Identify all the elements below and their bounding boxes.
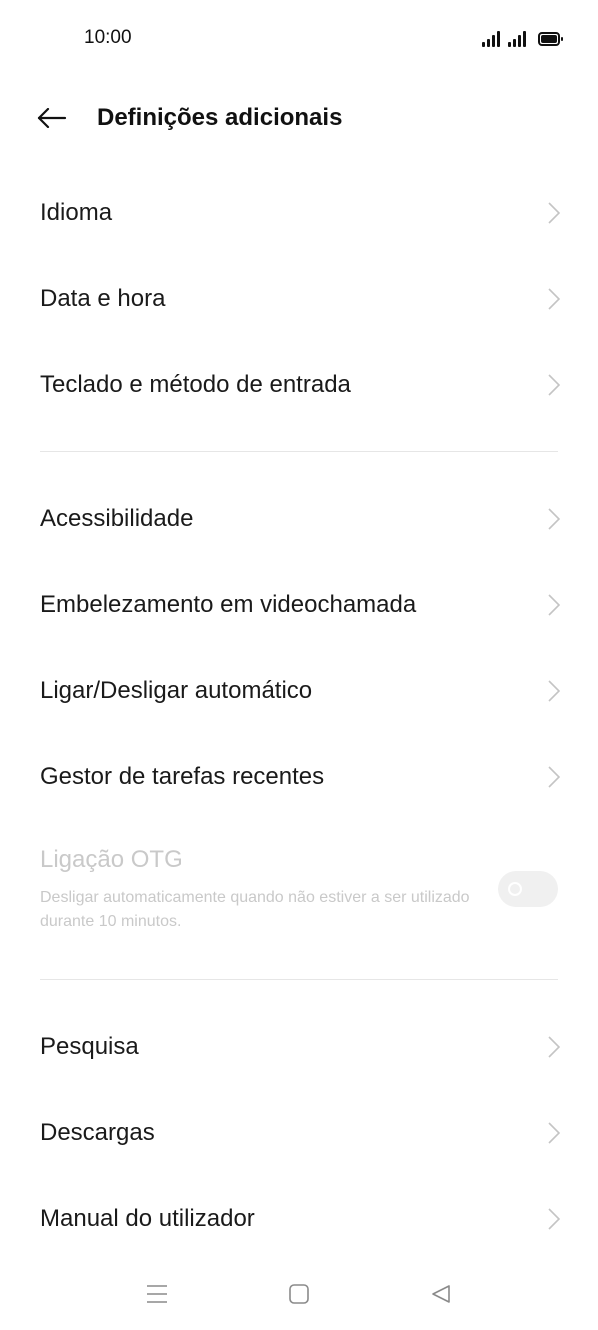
settings-group-2: Acessibilidade Embelezamento em videocha… bbox=[0, 476, 598, 820]
setting-label: Data e hora bbox=[40, 285, 166, 312]
setting-label: Gestor de tarefas recentes bbox=[40, 763, 325, 790]
setting-label: Idioma bbox=[40, 199, 113, 226]
signal-icon bbox=[482, 31, 500, 47]
status-icons bbox=[482, 27, 563, 47]
otg-description: Desligar automaticamente quando não esti… bbox=[40, 889, 470, 930]
otg-title: Ligação OTG bbox=[40, 846, 183, 873]
setting-label: Embelezamento em videochamada bbox=[40, 591, 417, 618]
setting-item-manual[interactable]: Manual do utilizador bbox=[0, 1176, 598, 1262]
setting-label: Manual do utilizador bbox=[40, 1205, 255, 1232]
arrow-left-icon bbox=[37, 108, 67, 128]
setting-label: Descargas bbox=[40, 1119, 155, 1146]
chevron-right-icon bbox=[546, 200, 562, 226]
chevron-right-icon bbox=[546, 1120, 562, 1146]
toggle-knob bbox=[508, 882, 522, 896]
setting-item-otg: Ligação OTG Desligar automaticamente qua… bbox=[0, 834, 598, 946]
setting-item-ligar-desligar[interactable]: Ligar/Desligar automático bbox=[0, 648, 598, 734]
chevron-right-icon bbox=[546, 1034, 562, 1060]
status-bar: 10:00 bbox=[0, 0, 598, 76]
chevron-right-icon bbox=[546, 678, 562, 704]
chevron-right-icon bbox=[546, 592, 562, 618]
setting-item-idioma[interactable]: Idioma bbox=[0, 170, 598, 256]
setting-item-pesquisa[interactable]: Pesquisa bbox=[0, 1004, 598, 1090]
setting-item-embelezamento[interactable]: Embelezamento em videochamada bbox=[0, 562, 598, 648]
setting-label: Pesquisa bbox=[40, 1033, 139, 1060]
chevron-right-icon bbox=[546, 372, 562, 398]
divider bbox=[40, 451, 558, 452]
setting-item-acessibilidade[interactable]: Acessibilidade bbox=[0, 476, 598, 562]
setting-item-gestor-tarefas[interactable]: Gestor de tarefas recentes bbox=[0, 734, 598, 820]
chevron-right-icon bbox=[546, 764, 562, 790]
chevron-right-icon bbox=[546, 286, 562, 312]
signal-icon-2 bbox=[508, 31, 526, 47]
app-header: Definições adicionais bbox=[0, 76, 598, 160]
triangle-back-icon bbox=[432, 1285, 450, 1303]
nav-menu-button[interactable] bbox=[137, 1274, 177, 1314]
setting-item-descargas[interactable]: Descargas bbox=[0, 1090, 598, 1176]
status-time: 10:00 bbox=[84, 27, 132, 48]
divider bbox=[40, 979, 558, 980]
menu-icon bbox=[147, 1285, 167, 1303]
nav-home-button[interactable] bbox=[279, 1274, 319, 1314]
setting-item-data-hora[interactable]: Data e hora bbox=[0, 256, 598, 342]
chevron-right-icon bbox=[546, 1206, 562, 1232]
battery-icon bbox=[538, 32, 563, 46]
back-button[interactable] bbox=[34, 100, 70, 136]
settings-group-1: Idioma Data e hora Teclado e método de e… bbox=[0, 170, 598, 428]
setting-label: Acessibilidade bbox=[40, 505, 194, 532]
otg-toggle[interactable] bbox=[498, 871, 558, 907]
setting-label: Ligar/Desligar automático bbox=[40, 677, 313, 704]
chevron-right-icon bbox=[546, 506, 562, 532]
navigation-bar bbox=[0, 1262, 598, 1330]
page-title: Definições adicionais bbox=[97, 104, 343, 131]
square-home-icon bbox=[289, 1284, 309, 1304]
nav-back-button[interactable] bbox=[421, 1274, 461, 1314]
setting-item-teclado[interactable]: Teclado e método de entrada bbox=[0, 342, 598, 428]
setting-label: Teclado e método de entrada bbox=[40, 371, 351, 398]
settings-group-3: Pesquisa Descargas Manual do utilizador bbox=[0, 1004, 598, 1262]
